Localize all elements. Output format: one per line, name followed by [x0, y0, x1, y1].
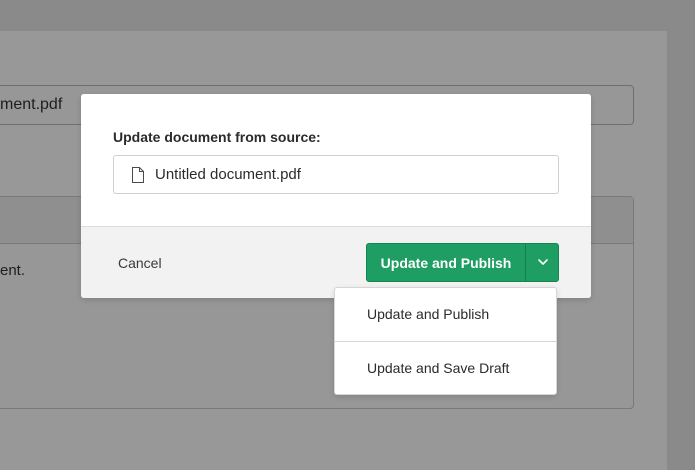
background-panel-text: ent. [0, 262, 26, 279]
cancel-button[interactable]: Cancel [103, 246, 177, 280]
modal-body: Update document from source: Untitled do… [81, 94, 591, 226]
update-options-menu: Update and Publish Update and Save Draft [334, 287, 557, 395]
source-file-field[interactable]: Untitled document.pdf [113, 155, 559, 194]
background-file-name: ment.pdf [0, 96, 63, 113]
menu-item-update-and-save-draft[interactable]: Update and Save Draft [335, 342, 556, 395]
dropdown-toggle-button[interactable] [526, 244, 558, 281]
update-document-modal: Update document from source: Untitled do… [81, 94, 591, 298]
menu-item-update-and-publish[interactable]: Update and Publish [335, 288, 556, 341]
source-file-name: Untitled document.pdf [155, 166, 301, 183]
document-icon [132, 167, 144, 183]
chevron-down-icon [538, 259, 548, 265]
update-split-button: Update and Publish [366, 243, 559, 282]
update-and-publish-button[interactable]: Update and Publish [367, 244, 525, 281]
modal-label: Update document from source: [113, 129, 321, 145]
